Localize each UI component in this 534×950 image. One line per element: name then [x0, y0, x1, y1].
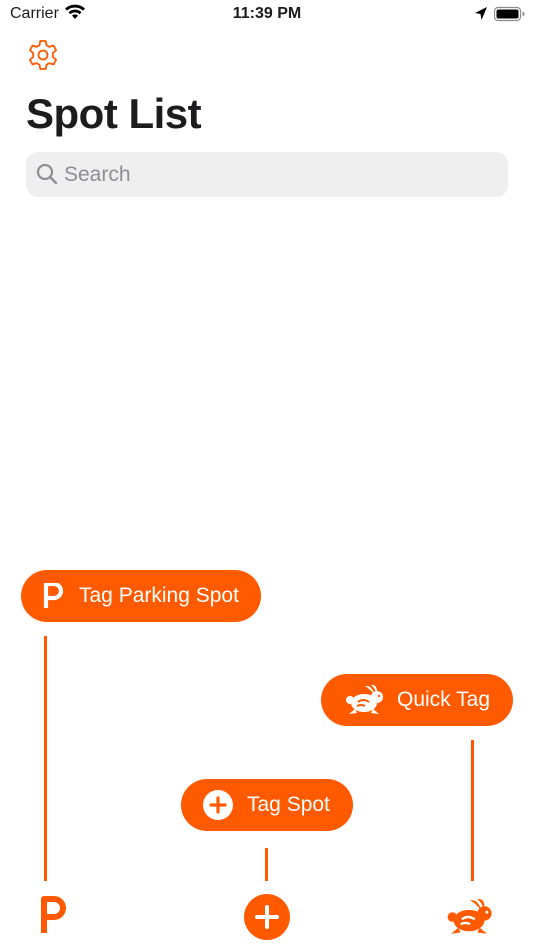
search-icon — [36, 163, 58, 190]
page-title: Spot List — [26, 90, 202, 137]
battery-icon — [493, 6, 526, 27]
quick-connector-line — [471, 740, 474, 881]
parking-toolbar-button[interactable] — [38, 895, 70, 935]
quick-tag-button[interactable]: Quick Tag — [321, 674, 513, 726]
clock: 11:39 PM — [232, 5, 302, 22]
add-spot-toolbar-button[interactable] — [244, 894, 290, 940]
gear-icon — [29, 40, 57, 70]
search-input[interactable] — [64, 152, 494, 197]
tag-parking-spot-button[interactable]: Tag Parking Spot — [21, 570, 261, 622]
rabbit-icon — [447, 899, 492, 934]
quick-tag-toolbar-button[interactable] — [444, 898, 494, 936]
quick-tag-label: Quick Tag — [397, 688, 490, 711]
parking-icon — [43, 583, 65, 609]
tag-spot-button[interactable]: Tag Spot — [181, 779, 353, 831]
status-bar: Carrier 11:39 PM — [0, 0, 534, 28]
tag-spot-connector-line — [265, 848, 268, 881]
plus-circle-icon — [244, 894, 290, 940]
parking-connector-line — [44, 636, 47, 881]
plus-circle-icon — [203, 790, 233, 820]
location-arrow-icon — [474, 6, 488, 27]
tag-spot-label: Tag Spot — [247, 793, 330, 816]
rabbit-icon — [343, 685, 385, 715]
tag-parking-spot-label: Tag Parking Spot — [79, 584, 239, 607]
settings-button[interactable] — [26, 38, 60, 72]
parking-icon — [41, 896, 66, 933]
